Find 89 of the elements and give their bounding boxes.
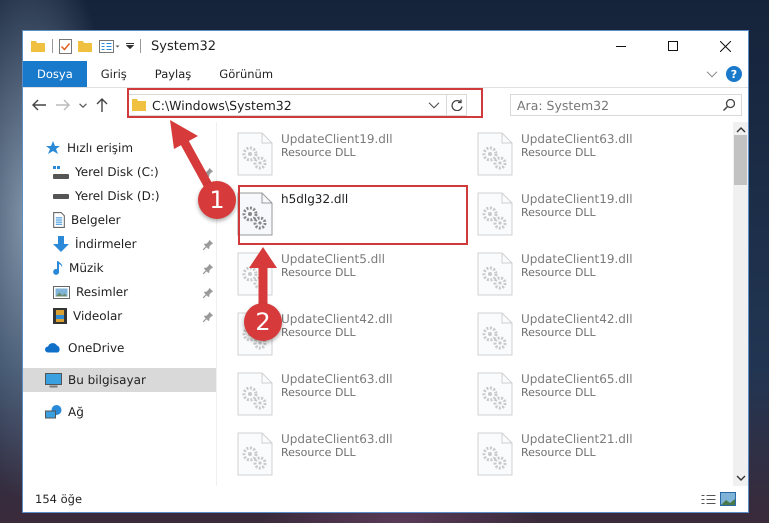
file-name[interactable]: UpdateClient42.dll bbox=[281, 312, 393, 326]
checklist-icon[interactable] bbox=[59, 38, 72, 54]
file-type: Resource DLL bbox=[281, 386, 357, 399]
refresh-icon bbox=[450, 99, 462, 111]
document-icon bbox=[53, 212, 65, 228]
file-name[interactable]: UpdateClient19.dll bbox=[281, 132, 393, 146]
file-name[interactable]: UpdateClient63.dll bbox=[521, 132, 633, 146]
recent-locations-button[interactable] bbox=[77, 100, 89, 110]
gear-file-icon bbox=[477, 192, 513, 236]
file-type: Resource DLL bbox=[281, 266, 357, 279]
network-icon bbox=[45, 405, 62, 419]
pin-icon[interactable] bbox=[203, 286, 214, 298]
help-icon[interactable]: ? bbox=[726, 66, 742, 82]
nav-item[interactable]: OneDrive bbox=[23, 336, 128, 360]
gear-file-icon bbox=[237, 192, 273, 236]
pin-icon[interactable] bbox=[203, 238, 214, 250]
file-name[interactable]: UpdateClient19.dll bbox=[521, 252, 633, 266]
computer-icon bbox=[45, 372, 62, 388]
scroll-up-icon[interactable] bbox=[736, 127, 746, 133]
window-title: System32 bbox=[151, 38, 216, 54]
file-type: Resource DLL bbox=[521, 266, 597, 279]
nav-item[interactable]: Resimler bbox=[23, 280, 132, 304]
music-note-icon bbox=[53, 260, 63, 276]
search-field[interactable]: Ara: System32 bbox=[510, 94, 742, 116]
file-name[interactable]: UpdateClient63.dll bbox=[281, 432, 393, 446]
file-type: Resource DLL bbox=[521, 146, 597, 159]
file-name[interactable]: UpdateClient19.dll bbox=[521, 192, 633, 206]
download-icon bbox=[53, 236, 69, 252]
nav-item[interactable]: Yerel Disk (D:) bbox=[23, 184, 164, 208]
file-type: Resource DLL bbox=[521, 446, 597, 459]
scroll-down-icon[interactable] bbox=[736, 475, 746, 481]
file-name[interactable]: h5dlg32.dll bbox=[281, 192, 348, 206]
file-type: Resource DLL bbox=[521, 386, 597, 399]
file-type: Resource DLL bbox=[521, 206, 597, 219]
gear-file-icon bbox=[477, 432, 513, 476]
back-arrow-icon bbox=[31, 98, 47, 112]
thumbnail-view-icon[interactable] bbox=[720, 492, 736, 506]
gear-file-icon bbox=[477, 312, 513, 356]
pictures-icon bbox=[53, 286, 70, 298]
file-type: Resource DLL bbox=[281, 146, 357, 159]
scroll-thumb[interactable] bbox=[734, 135, 747, 185]
gear-file-icon bbox=[237, 372, 273, 416]
forward-arrow-icon bbox=[55, 98, 71, 112]
file-name[interactable]: UpdateClient65.dll bbox=[521, 372, 633, 386]
nav-item[interactable]: Belgeler bbox=[23, 208, 125, 232]
file-name[interactable]: UpdateClient42.dll bbox=[521, 312, 633, 326]
scrollbar[interactable] bbox=[733, 122, 748, 486]
gear-file-icon bbox=[477, 252, 513, 296]
dropdown-icon[interactable] bbox=[126, 43, 134, 49]
ribbon-tab[interactable]: Dosya bbox=[23, 61, 87, 87]
star-icon bbox=[45, 140, 61, 156]
ribbon-tab[interactable]: Paylaş bbox=[140, 61, 206, 87]
ribbon-tab[interactable]: Giriş bbox=[86, 61, 141, 87]
file-type: Resource DLL bbox=[521, 326, 597, 339]
pin-icon[interactable] bbox=[203, 262, 214, 274]
nav-item[interactable]: Yerel Disk (C:) bbox=[23, 160, 163, 184]
address-bar[interactable]: C:\Windows\System32 bbox=[127, 94, 467, 116]
file-type: Resource DLL bbox=[281, 446, 357, 459]
ribbon-tab[interactable]: Görünüm bbox=[205, 61, 288, 87]
nav-item[interactable]: Müzik bbox=[23, 256, 108, 280]
up-arrow-icon bbox=[95, 97, 109, 113]
properties-icon[interactable] bbox=[99, 40, 120, 52]
chevron-down-icon[interactable] bbox=[428, 102, 440, 108]
gear-file-icon bbox=[237, 132, 273, 176]
nav-item[interactable]: İndirmeler bbox=[23, 232, 141, 256]
nav-item[interactable]: Videolar bbox=[23, 304, 126, 328]
nav-item[interactable]: Ağ bbox=[23, 400, 88, 424]
folder-icon bbox=[132, 99, 147, 111]
cloud-icon bbox=[45, 343, 62, 353]
item-count: 154 öğe bbox=[35, 492, 84, 506]
drive-icon bbox=[53, 194, 69, 198]
search-icon[interactable] bbox=[723, 99, 735, 111]
file-name[interactable]: UpdateClient21.dll bbox=[521, 432, 633, 446]
nav-item[interactable]: Bu bilgisayar bbox=[23, 368, 216, 392]
gear-file-icon bbox=[477, 372, 513, 416]
file-type: Resource DLL bbox=[281, 326, 357, 339]
caret-icon bbox=[79, 102, 87, 108]
film-icon bbox=[53, 308, 67, 324]
nav-item[interactable]: Hızlı erişim bbox=[23, 136, 138, 160]
pin-icon[interactable] bbox=[203, 166, 214, 178]
file-name[interactable]: UpdateClient5.dll bbox=[281, 252, 385, 266]
pin-icon[interactable] bbox=[203, 310, 214, 322]
gear-file-icon bbox=[237, 432, 273, 476]
file-name[interactable]: UpdateClient63.dll bbox=[281, 372, 393, 386]
gear-file-icon bbox=[477, 132, 513, 176]
drive-icon bbox=[53, 166, 69, 178]
close-icon bbox=[720, 40, 730, 52]
details-view-icon[interactable] bbox=[701, 494, 716, 504]
maximize-icon bbox=[668, 41, 678, 51]
